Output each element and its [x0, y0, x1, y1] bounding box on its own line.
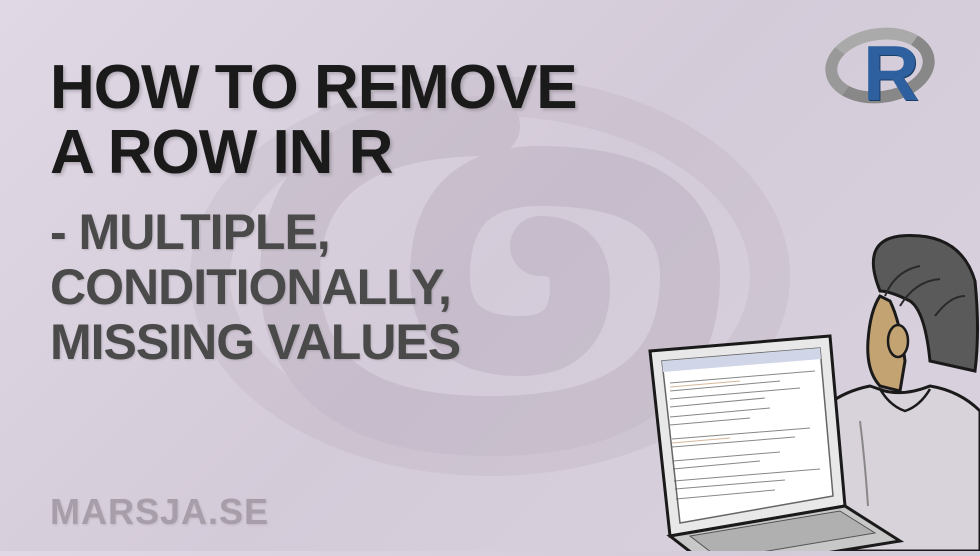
r-logo: R — [825, 20, 945, 115]
person-with-laptop-illustration — [620, 211, 980, 551]
website-label: MARSJA.SE — [50, 491, 269, 533]
r-logo-letter: R — [863, 28, 919, 119]
title-line-1: HOW TO REMOVE — [50, 55, 930, 120]
title-line-2: A ROW IN R — [50, 120, 930, 185]
main-title: HOW TO REMOVE A ROW IN R — [50, 55, 930, 185]
